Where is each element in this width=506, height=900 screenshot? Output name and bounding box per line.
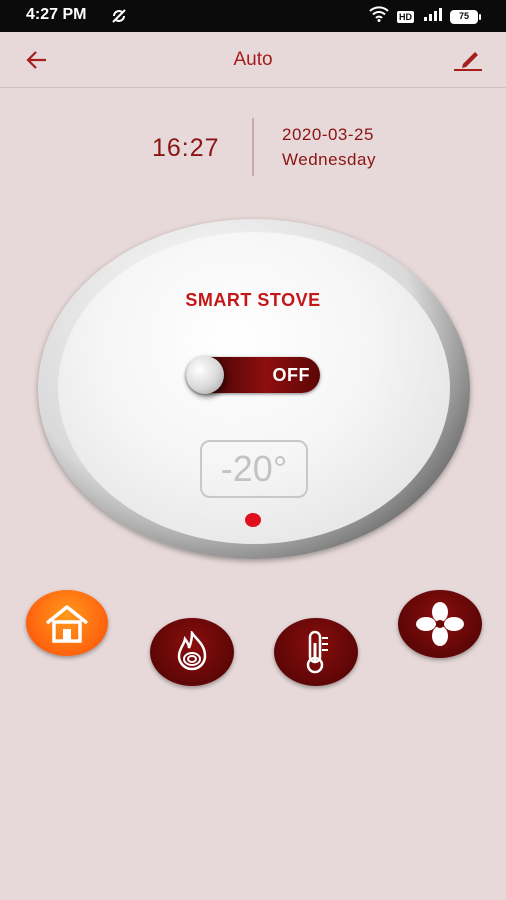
fan-icon [416,602,464,646]
battery-level: 75 [458,10,469,21]
flame-mode-button[interactable] [150,618,234,686]
temperature-display: -20° [200,440,308,498]
fan-mode-button[interactable] [398,590,482,658]
thermometer-icon [306,630,328,674]
pencil-icon [454,52,482,71]
weekday-text: Wednesday [282,150,376,169]
no-sync-icon [110,7,128,30]
status-bar: 4:27 PM HD 75 [0,0,506,32]
signal-icon [422,6,442,27]
home-mode-button[interactable] [26,590,108,656]
clock-time: 16:27 [152,134,220,162]
dial-title: SMART STOVE [185,290,321,310]
status-indicator-dot [245,513,261,527]
wifi-icon [369,6,389,27]
date-text: 2020-03-25 [282,125,374,144]
page-title: Auto [233,49,273,70]
status-indicators: HD 75 [369,6,481,27]
battery-icon: 75 [450,9,481,24]
thermometer-mode-button[interactable] [274,618,358,686]
toolbar: Auto [0,32,506,88]
edit-button[interactable] [452,46,484,72]
power-toggle[interactable]: OFF [186,356,320,394]
toggle-knob [186,356,224,394]
status-time: 4:27 PM [26,6,87,23]
home-icon [45,605,89,643]
flame-icon [177,631,207,671]
power-state-label: OFF [272,365,310,385]
hd-badge: HD [397,10,414,23]
datetime-divider [252,118,254,176]
